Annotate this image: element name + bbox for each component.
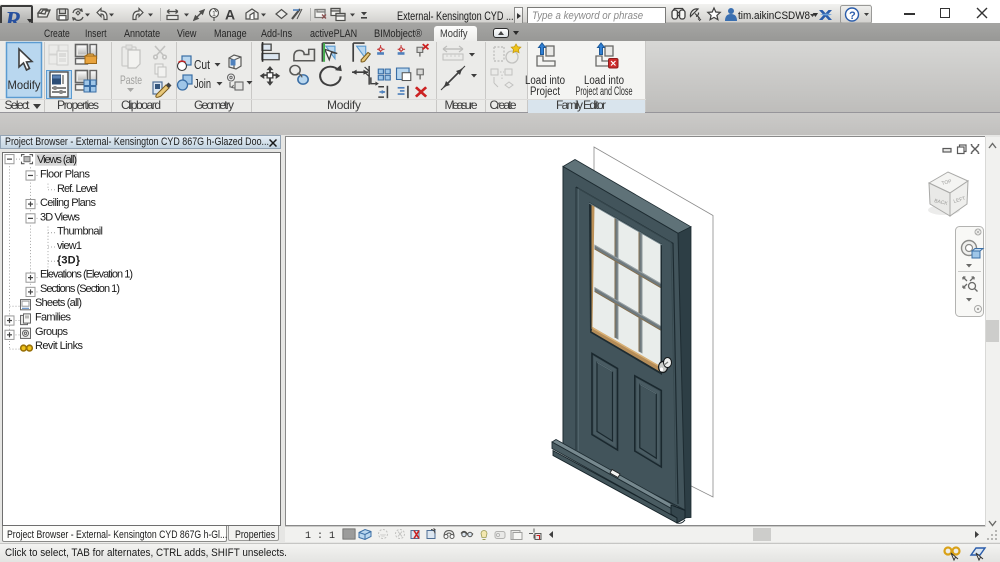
svg-text:Clipboard: Clipboard (121, 98, 161, 112)
svg-text:Paste: Paste (120, 73, 142, 87)
svg-text:view1: view1 (57, 240, 82, 252)
svg-text:Revit Links: Revit Links (35, 340, 83, 352)
svg-text:Properties: Properties (57, 98, 99, 112)
svg-text:Join: Join (194, 76, 211, 91)
svg-text:Floor Plans: Floor Plans (40, 168, 90, 180)
svg-text:A: A (225, 7, 235, 23)
svg-text:Elevations (Elevation 1): Elevations (Elevation 1) (40, 269, 133, 281)
svg-text:Family Editor: Family Editor (556, 98, 606, 112)
svg-text:Sections (Section 1): Sections (Section 1) (40, 283, 120, 295)
svg-text:3D Views: 3D Views (40, 211, 80, 223)
svg-text:Create: Create (490, 98, 517, 112)
svg-text:Ref. Level: Ref. Level (57, 183, 98, 195)
svg-text:Cut: Cut (194, 57, 210, 72)
svg-text:Modify: Modify (8, 78, 41, 92)
svg-text:{3D}: {3D} (57, 254, 81, 266)
svg-text:Sheets (all): Sheets (all) (35, 297, 82, 309)
svg-text:Measure: Measure (445, 98, 478, 112)
svg-text:1: 1 (212, 11, 216, 18)
svg-text:Project: Project (530, 86, 561, 98)
svg-text:?: ? (849, 10, 856, 22)
svg-text:Thumbnail: Thumbnail (57, 226, 103, 238)
svg-text:Families: Families (35, 311, 71, 323)
svg-text:1 : 1: 1 : 1 (305, 531, 335, 542)
svg-text:Geometry: Geometry (194, 98, 234, 112)
svg-text:Project and Close: Project and Close (576, 86, 633, 98)
svg-text:Ceiling Plans: Ceiling Plans (40, 197, 96, 209)
svg-text:Views (all): Views (all) (37, 154, 77, 166)
svg-text:Modify: Modify (327, 98, 361, 112)
svg-text:Groups: Groups (35, 326, 68, 338)
svg-text:Select: Select (5, 98, 31, 112)
